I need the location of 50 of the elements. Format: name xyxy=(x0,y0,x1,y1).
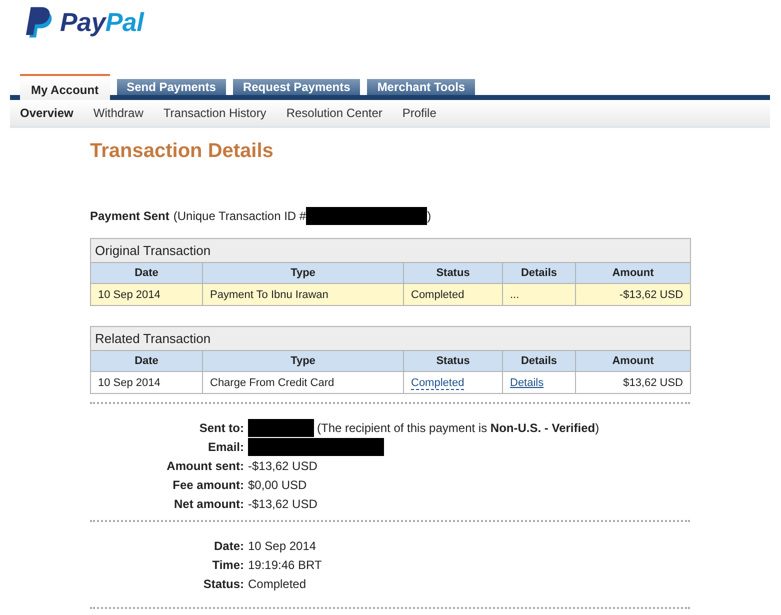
nav-tab[interactable]: My Account xyxy=(20,74,110,100)
table-caption: Related Transaction xyxy=(90,326,691,350)
field-label: Time: xyxy=(211,558,244,572)
field-label: Status: xyxy=(202,576,244,590)
field-label: Amount sent: xyxy=(166,458,244,472)
nav-tab[interactable]: Send Payments xyxy=(116,79,226,95)
column-header: Details xyxy=(502,350,576,372)
subnav-link[interactable]: Profile xyxy=(392,106,446,120)
payment-sent-label: Payment Sent xyxy=(90,209,170,223)
table-cell: 10 Sep 2014 xyxy=(90,372,202,394)
field-label: Net amount: xyxy=(173,496,244,510)
field-value: -$13,62 USD xyxy=(248,458,318,472)
nav-tab[interactable]: Merchant Tools xyxy=(367,79,476,95)
column-header: Status xyxy=(404,262,502,284)
paypal-logo-text: PayPal xyxy=(60,7,144,37)
recipient-note: (The recipient of this payment is Non-U.S. - Verified) xyxy=(317,420,600,434)
paypal-logo-icon xyxy=(25,7,52,38)
column-header: Date xyxy=(90,262,202,284)
field-label: Sent to: xyxy=(198,420,244,434)
field-value: 10 Sep 2014 xyxy=(248,538,318,552)
nav-tab[interactable]: Request Payments xyxy=(232,79,360,95)
field-label: Email: xyxy=(206,440,244,454)
field-value: $0,00 USD xyxy=(248,478,308,492)
column-header: Type xyxy=(202,262,404,284)
field-label: Fee amount: xyxy=(172,478,244,492)
table-cell: Completed xyxy=(404,284,502,306)
transaction-id-label: (Unique Transaction ID # xyxy=(173,209,306,223)
table-cell: -$13,62 USD xyxy=(576,284,691,306)
column-header: Type xyxy=(202,350,404,372)
table-cell: ... xyxy=(502,284,576,306)
subnav-link[interactable]: Overview xyxy=(10,106,84,120)
table-cell: 10 Sep 2014 xyxy=(90,284,202,306)
column-header: Amount xyxy=(576,262,691,284)
closing-paren: ) xyxy=(427,209,432,223)
table-cell: $13,62 USD xyxy=(576,372,691,394)
subnav-link[interactable]: Transaction History xyxy=(153,106,276,120)
column-header: Amount xyxy=(576,350,691,372)
field-value: -$13,62 USD xyxy=(248,496,318,510)
subnav-link[interactable]: Withdraw xyxy=(83,106,154,120)
column-header: Status xyxy=(404,350,502,372)
table-cell: Payment To Ibnu Irawan xyxy=(202,284,404,306)
field-value: 19:19:46 BRT xyxy=(248,558,323,572)
table-caption: Original Transaction xyxy=(90,238,691,262)
page-title: Transaction Details xyxy=(90,139,274,163)
field-label: Date: xyxy=(212,538,244,552)
column-header: Details xyxy=(502,262,576,284)
field-value: Completed xyxy=(248,576,308,590)
subnav-link[interactable]: Resolution Center xyxy=(276,106,392,120)
table-cell: Charge From Credit Card xyxy=(202,372,404,394)
column-header: Date xyxy=(90,350,202,372)
